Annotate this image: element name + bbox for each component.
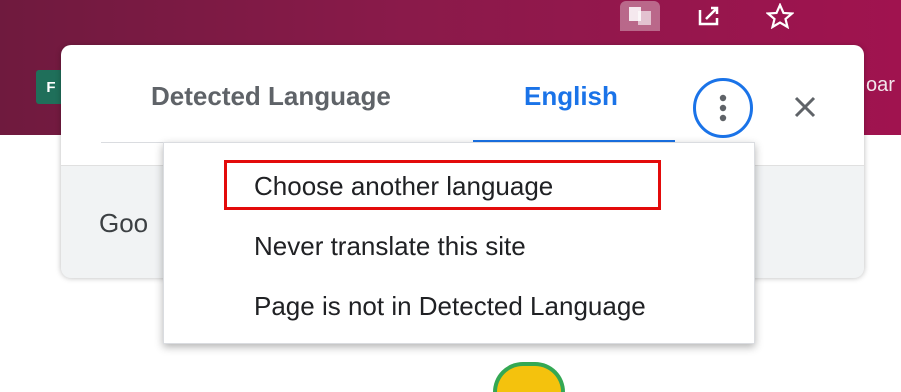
menu-item-not-in-language[interactable]: Page is not in Detected Language	[254, 291, 646, 322]
logo-icon	[493, 362, 565, 392]
close-button[interactable]	[783, 85, 827, 129]
star-icon[interactable]	[760, 1, 800, 31]
toolbar-icons	[620, 0, 800, 32]
share-icon[interactable]	[690, 1, 730, 31]
menu-item-never-translate[interactable]: Never translate this site	[254, 231, 526, 262]
more-options-button[interactable]	[693, 78, 753, 138]
more-options-menu: Choose another language Never translate …	[163, 142, 755, 344]
tab-english[interactable]: English	[524, 81, 618, 112]
app-shortcut-letter: F	[46, 78, 56, 96]
more-vertical-icon	[719, 94, 727, 122]
close-icon	[794, 96, 816, 118]
bubble-body-text: Goo	[99, 208, 149, 238]
toolbar-text-fragment: oar	[866, 74, 895, 96]
translate-icon[interactable]	[620, 1, 660, 31]
menu-item-choose-language[interactable]: Choose another language	[254, 171, 553, 202]
tab-detected-language[interactable]: Detected Language	[151, 81, 391, 112]
